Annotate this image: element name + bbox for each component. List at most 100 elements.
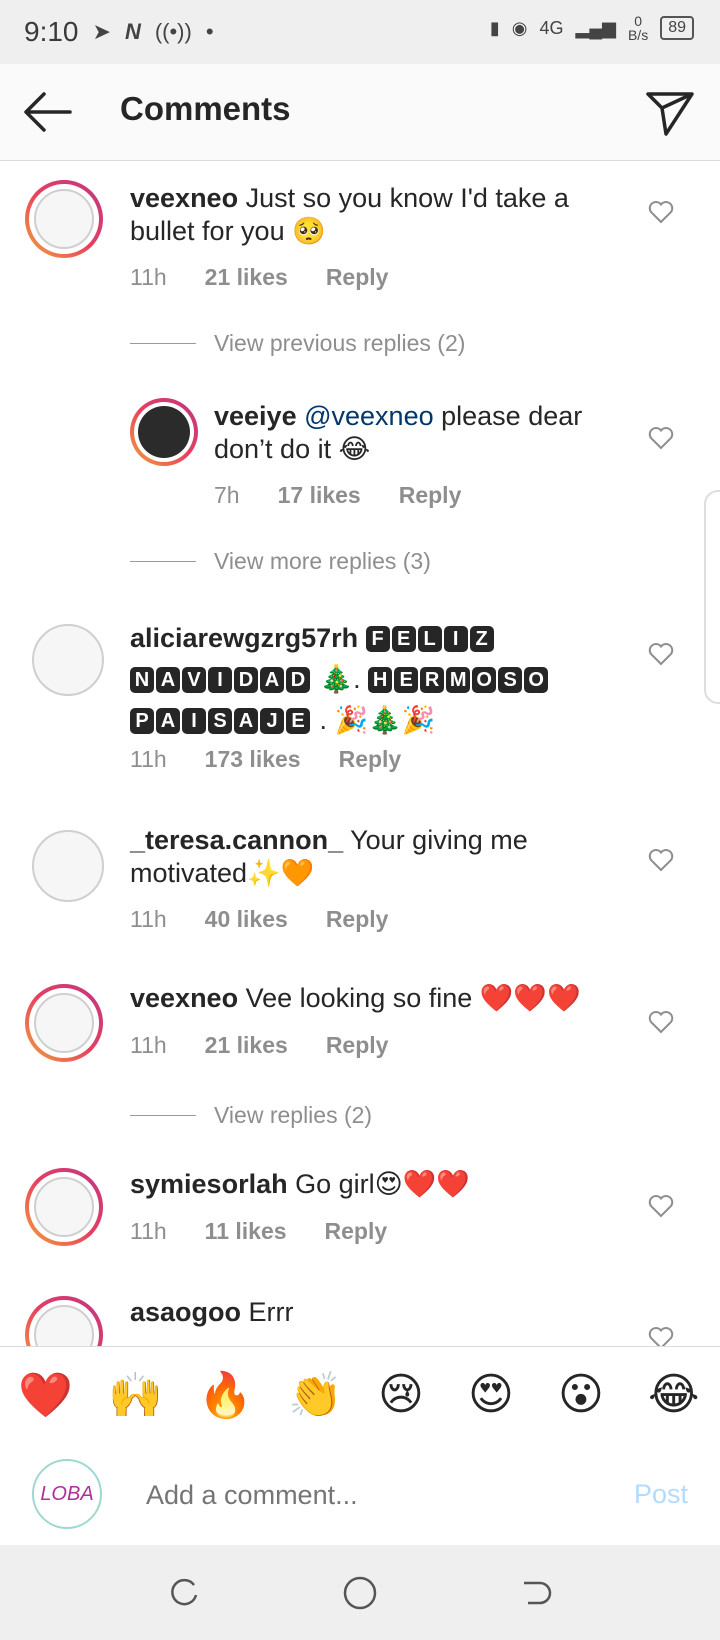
comment-time: 11h xyxy=(130,906,167,932)
boxed-letter: A xyxy=(234,708,258,734)
comment-time: 11h xyxy=(130,1218,167,1244)
likes-count[interactable]: 11 likes xyxy=(205,1218,287,1245)
boxed-letter: J xyxy=(260,708,284,734)
styled-text-feliz: FELIZ xyxy=(365,623,496,653)
heart-icon[interactable] xyxy=(648,1326,674,1346)
comment-username[interactable]: veexneo xyxy=(130,183,238,213)
comment-username[interactable]: _teresa.cannon_ xyxy=(130,825,343,855)
system-nav-bar xyxy=(0,1545,720,1640)
reaction-heart-icon[interactable]: ❤️ xyxy=(18,1369,73,1421)
reaction-raised-hands-icon[interactable]: 🙌 xyxy=(108,1369,163,1421)
reaction-crying-icon[interactable]: 😢 xyxy=(378,1369,424,1420)
reply-button[interactable]: Reply xyxy=(326,264,389,291)
avatar[interactable] xyxy=(32,624,104,696)
boxed-letter: M xyxy=(446,667,471,693)
view-previous-replies[interactable]: View previous replies (2) xyxy=(130,330,465,357)
avatar[interactable] xyxy=(32,830,104,902)
likes-count[interactable]: 21 likes xyxy=(205,1032,288,1059)
reply-button[interactable]: Reply xyxy=(326,906,389,933)
net-speed: 0 B/s xyxy=(627,13,649,43)
boxed-letter: L xyxy=(417,626,442,652)
heart-icon[interactable] xyxy=(648,426,674,450)
comment-username[interactable]: veexneo xyxy=(130,983,238,1013)
reply-button[interactable]: Reply xyxy=(325,1218,388,1245)
user-avatar: LOBA xyxy=(32,1459,102,1529)
comment-username[interactable]: aliciarewgzrg57rh xyxy=(130,623,358,653)
view-replies[interactable]: View replies (2) xyxy=(130,1102,372,1129)
battery-level: 89 xyxy=(660,16,694,40)
reply-button[interactable]: Reply xyxy=(326,1032,389,1059)
reaction-fire-icon[interactable]: 🔥 xyxy=(198,1369,253,1421)
boxed-letter: Z xyxy=(469,626,494,652)
boxed-letter: F xyxy=(365,626,390,652)
post-button[interactable]: Post xyxy=(634,1479,688,1510)
reaction-laughing-icon[interactable]: 😂 xyxy=(648,1369,699,1420)
avatar[interactable] xyxy=(25,180,103,258)
text-suffix: . 🎉🎄🎉 xyxy=(319,705,436,735)
comment-username[interactable]: veeiye xyxy=(214,401,297,431)
comments-header: Comments xyxy=(0,64,720,161)
likes-count[interactable]: 173 likes xyxy=(205,746,301,773)
boxed-letter: E xyxy=(391,626,416,652)
wifi-icon: ◉ xyxy=(511,17,528,38)
boxed-letter: S xyxy=(208,708,232,734)
comment-time: 11h xyxy=(130,746,167,772)
comment-time: 11h xyxy=(130,264,167,290)
network-type: 4G xyxy=(539,17,564,38)
styled-text-paisaje: PAISAJE xyxy=(130,705,312,735)
boxed-letter: D xyxy=(234,667,258,693)
styled-text-hermoso: HERMOSO xyxy=(368,664,550,694)
heart-icon[interactable] xyxy=(648,1194,674,1218)
vibrate-icon: ▮ xyxy=(489,17,500,38)
reaction-clap-icon[interactable]: 👏 xyxy=(288,1369,343,1421)
boxed-letter: O xyxy=(524,667,549,693)
dot-icon: • xyxy=(205,19,214,44)
avatar[interactable] xyxy=(130,398,198,466)
signal-icon: ▂▄▆ xyxy=(575,17,616,38)
boxed-letter: O xyxy=(472,667,497,693)
comment-text: Errr xyxy=(248,1297,294,1327)
boxed-letter: E xyxy=(286,708,310,734)
boxed-letter: S xyxy=(498,667,523,693)
hotspot-icon: ((•)) xyxy=(154,19,192,44)
side-handle[interactable] xyxy=(704,490,720,704)
back-nav-icon[interactable] xyxy=(518,1575,554,1611)
likes-count[interactable]: 40 likes xyxy=(205,906,288,933)
comment-composer: LOBA Post xyxy=(0,1445,720,1545)
reaction-surprised-icon[interactable]: 😮 xyxy=(558,1369,604,1420)
comment-username[interactable]: asaogoo xyxy=(130,1297,241,1327)
likes-count[interactable]: 21 likes xyxy=(205,264,288,291)
avatar[interactable] xyxy=(25,1168,103,1246)
home-icon[interactable] xyxy=(342,1575,378,1611)
heart-icon[interactable] xyxy=(648,642,674,666)
recents-icon[interactable] xyxy=(166,1575,202,1611)
text-suffix: 🎄. xyxy=(319,664,361,694)
boxed-letter: I xyxy=(208,667,232,693)
avatar[interactable] xyxy=(25,1296,103,1346)
comment-username[interactable]: symiesorlah xyxy=(130,1169,288,1199)
boxed-letter: N xyxy=(130,667,154,693)
reply-button[interactable]: Reply xyxy=(399,482,462,509)
boxed-letter: V xyxy=(182,667,206,693)
app-n-icon: N xyxy=(124,19,141,44)
avatar[interactable] xyxy=(25,984,103,1062)
back-arrow-icon[interactable] xyxy=(22,88,74,136)
heart-icon[interactable] xyxy=(648,1010,674,1034)
heart-icon[interactable] xyxy=(648,848,674,872)
boxed-letter: H xyxy=(368,667,393,693)
boxed-letter: A xyxy=(156,667,180,693)
comment-input[interactable] xyxy=(144,1479,568,1512)
view-more-replies[interactable]: View more replies (3) xyxy=(130,548,431,575)
send-icon[interactable] xyxy=(644,86,696,138)
likes-count[interactable]: 17 likes xyxy=(278,482,361,509)
comment-time: 7h xyxy=(214,482,240,508)
quick-reactions-bar: ❤️ 🙌 🔥 👏 😢 😍 😮 😂 xyxy=(0,1346,720,1446)
boxed-letter: I xyxy=(443,626,468,652)
reply-button[interactable]: Reply xyxy=(339,746,402,773)
comment-text: Go girl😍❤️❤️ xyxy=(295,1169,471,1199)
boxed-letter: I xyxy=(182,708,206,734)
mention-link[interactable]: @veexneo xyxy=(304,401,434,431)
heart-icon[interactable] xyxy=(648,200,674,224)
reaction-heart-eyes-icon[interactable]: 😍 xyxy=(468,1369,514,1420)
boxed-letter: P xyxy=(130,708,154,734)
